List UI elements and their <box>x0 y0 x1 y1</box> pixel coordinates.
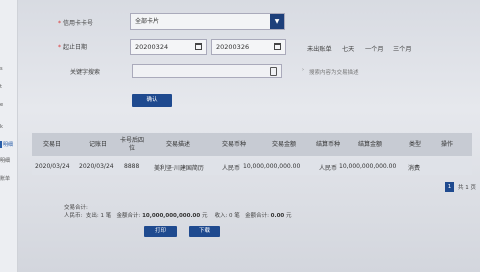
sidebar-item-statement[interactable]: 账单 <box>0 175 10 182</box>
quick-range-unbilled[interactable]: 未出账单 <box>307 44 332 53</box>
cell-card-last4: 8888 <box>124 163 140 170</box>
sidebar-item[interactable]: e <box>0 102 3 108</box>
download-button[interactable]: 下载 <box>189 226 220 237</box>
query-panel: * 信用卡卡号 全部卡片 ▼ * 起止日期 20200324 20200326 未出… <box>20 0 480 272</box>
column-header: 类型 <box>408 140 421 148</box>
sidebar-item[interactable]: k <box>0 124 3 130</box>
sidebar: s t e k 明细 明细 账单 <box>0 0 18 272</box>
card-select-value: 全部卡片 <box>135 18 160 25</box>
column-header: 交易币种 <box>221 140 246 148</box>
sidebar-item-detail-active[interactable]: 明细 <box>0 141 13 148</box>
column-header: 交易日 <box>42 140 61 148</box>
keyword-label: 关键字搜索 <box>70 69 101 76</box>
sidebar-item[interactable]: t <box>0 84 2 90</box>
table-row[interactable]: 2020/03/24 2020/03/24 8888 美利坚·川建国简历 人民币… <box>32 159 472 175</box>
summary-title: 交易合计: <box>64 205 88 211</box>
date-label: * 起止日期 <box>58 44 88 51</box>
chevron-right-icon: › <box>302 67 304 73</box>
column-header: 交易描述 <box>165 140 190 148</box>
cell-amount: 10,000,000,000.00 <box>243 163 301 170</box>
column-header: 卡号后四位 <box>120 136 145 152</box>
column-header: 结算金额 <box>357 140 382 148</box>
cell-post-date: 2020/03/24 <box>79 163 114 170</box>
confirm-button[interactable]: 确认 <box>132 94 172 107</box>
cell-settle-currency: 人民币 <box>319 165 338 172</box>
sidebar-item-detail[interactable]: 明细 <box>0 157 10 164</box>
required-mark: * <box>58 44 61 51</box>
total-income-amount: 0.00 <box>270 213 285 219</box>
table-header: 交易日 记账日 卡号后四位 交易描述 交易币种 交易金额 结算币种 结算金额 类… <box>32 133 472 156</box>
page-total: 共 1 页 <box>458 185 476 191</box>
quick-range-seven-days[interactable]: 七天 <box>342 44 354 53</box>
column-header: 结算币种 <box>315 140 340 148</box>
total-expense-amount: 10,000,000,000.00 <box>142 213 201 219</box>
keyword-hint: 搜索内容为交易描述 <box>309 70 359 76</box>
column-header: 操作 <box>440 140 453 148</box>
column-header: 交易金额 <box>271 140 296 148</box>
keyword-input[interactable] <box>132 64 282 78</box>
summary-line: 人民币: 支出: 1 笔 金额合计: 10,000,000,000.00 元 收… <box>64 213 292 219</box>
column-header: 记账日 <box>88 140 107 148</box>
page-number-button[interactable]: 1 <box>445 182 454 192</box>
card-select[interactable]: 全部卡片 ▼ <box>130 13 285 30</box>
chevron-down-icon[interactable]: ▼ <box>270 14 284 29</box>
cell-trade-date: 2020/03/24 <box>35 163 70 170</box>
end-date-input[interactable]: 20200326 <box>211 39 286 55</box>
quick-range-one-month[interactable]: 一个月 <box>365 44 384 53</box>
cell-settle-amount: 10,000,000,000.00 <box>339 163 397 170</box>
info-icon <box>270 67 277 76</box>
cell-type: 消费 <box>408 165 421 172</box>
quick-range-three-months[interactable]: 三个月 <box>393 44 412 53</box>
start-date-input[interactable]: 20200324 <box>130 39 207 55</box>
print-button[interactable]: 打印 <box>144 226 177 237</box>
calendar-icon[interactable] <box>274 43 281 50</box>
card-label: * 信用卡卡号 <box>58 20 94 27</box>
cell-description: 美利坚·川建国简历 <box>154 165 204 172</box>
calendar-icon[interactable] <box>195 43 202 50</box>
cell-currency: 人民币 <box>222 165 241 172</box>
required-mark: * <box>58 20 61 27</box>
sidebar-item[interactable]: s <box>0 66 3 72</box>
